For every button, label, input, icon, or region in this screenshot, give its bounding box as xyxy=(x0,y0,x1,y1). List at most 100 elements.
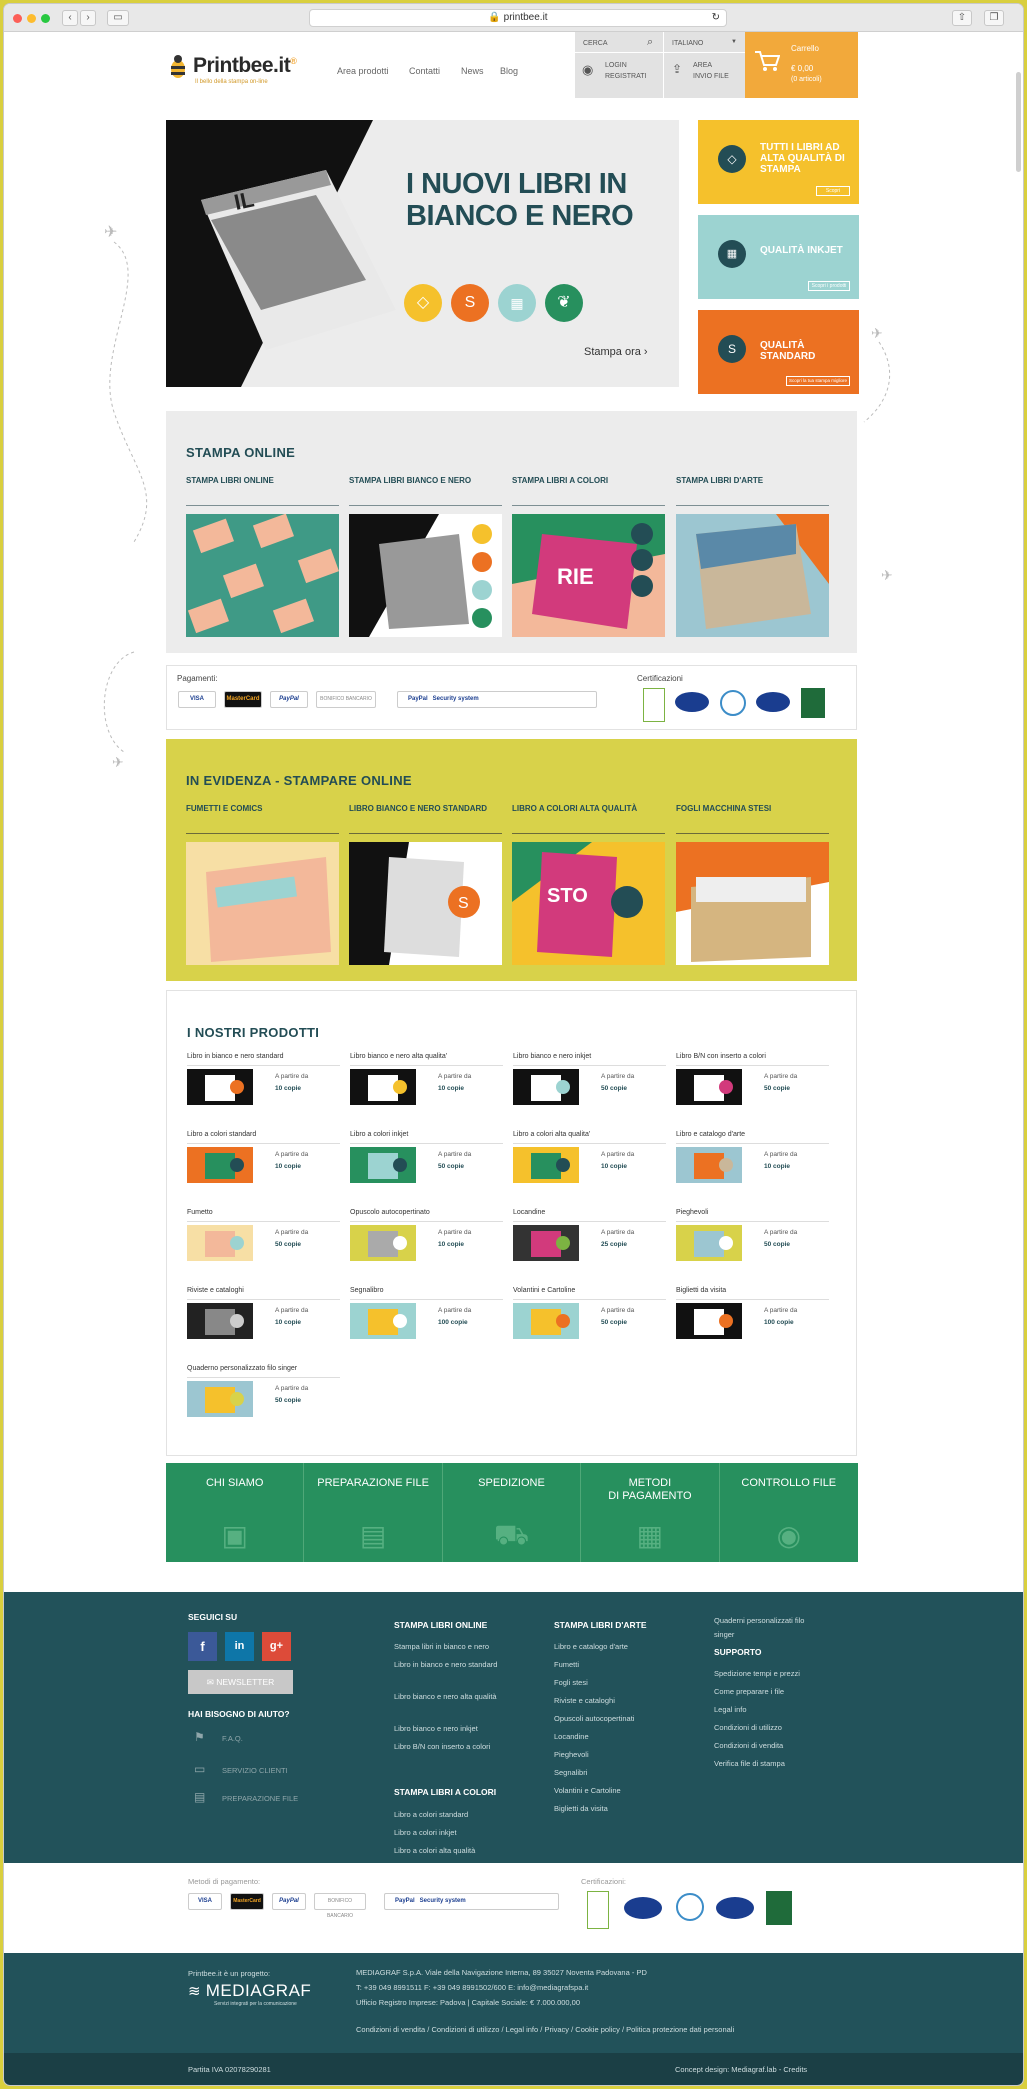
newsletter-button[interactable]: ✉ NEWSLETTER xyxy=(188,1670,293,1694)
thumb-colori[interactable]: RIE xyxy=(512,514,665,637)
footer-link[interactable]: Pieghevoli xyxy=(554,1748,674,1762)
upload-icon[interactable]: ⇪ xyxy=(672,62,682,76)
search-icon[interactable]: ⌕ xyxy=(647,36,653,49)
address-bar[interactable]: 🔒 printbee.it ↻ xyxy=(309,9,727,27)
product-image[interactable] xyxy=(676,1147,742,1183)
product-name[interactable]: Libro e catalogo d'arte xyxy=(676,1131,745,1138)
login-link[interactable]: LOGIN REGISTRATI xyxy=(605,60,646,82)
footer-link[interactable]: Libro B/N con inserto a colori xyxy=(394,1740,504,1754)
product-name[interactable]: Libro bianco e nero inkjet xyxy=(513,1053,591,1060)
credits-link[interactable]: Concept design: Mediagraf.lab - Credits xyxy=(675,2065,807,2074)
nav-blog[interactable]: Blog xyxy=(500,66,518,76)
column-title[interactable]: LIBRO BIANCO E NERO STANDARD xyxy=(349,804,487,813)
category-alta-qualita[interactable]: ◇ TUTTI I LIBRI AD ALTA QUALITÀ DI STAMP… xyxy=(698,120,859,204)
product-image[interactable] xyxy=(350,1147,416,1183)
hero-cta-link[interactable]: Stampa ora › xyxy=(584,346,648,358)
product-name[interactable]: Libro bianco e nero alta qualita' xyxy=(350,1053,447,1060)
nav-area-prodotti[interactable]: Area prodotti xyxy=(337,66,389,76)
footer-link[interactable]: Locandine xyxy=(554,1730,674,1744)
footer-link[interactable]: Volantini e Cartoline xyxy=(554,1784,674,1798)
footer-link[interactable]: Stampa libri in bianco e nero xyxy=(394,1640,504,1654)
product-image[interactable] xyxy=(350,1303,416,1339)
footer-link[interactable]: Condizioni di utilizzo xyxy=(714,1721,844,1735)
column-title[interactable]: STAMPA LIBRI ONLINE xyxy=(186,476,274,485)
thumb-fumetti[interactable] xyxy=(186,842,339,965)
product-name[interactable]: Libro in bianco e nero standard xyxy=(187,1053,284,1060)
language-select[interactable]: ITALIANO xyxy=(672,40,703,47)
footer-link[interactable]: Riviste e cataloghi xyxy=(554,1694,674,1708)
info-cell[interactable]: SPEDIZIONE ⛟ xyxy=(443,1463,582,1562)
product-image[interactable] xyxy=(676,1069,742,1105)
tabs-icon[interactable]: ❐ xyxy=(984,10,1004,26)
product-name[interactable]: Pieghevoli xyxy=(676,1209,708,1216)
footer-link[interactable]: Libro bianco e nero alta qualità xyxy=(394,1690,504,1704)
google-plus-icon[interactable]: g+ xyxy=(262,1632,291,1661)
scrollbar[interactable] xyxy=(1016,72,1021,172)
thumb-bianco-nero[interactable] xyxy=(349,514,502,637)
footer-link[interactable]: Libro a colori alta qualità xyxy=(394,1844,504,1858)
product-name[interactable]: Libro a colori alta qualita' xyxy=(513,1131,590,1138)
product-image[interactable] xyxy=(350,1069,416,1105)
category-button[interactable]: Scopri la tua stampa migliore xyxy=(786,376,850,386)
product-image[interactable] xyxy=(676,1303,742,1339)
chevron-down-icon[interactable]: ▼ xyxy=(731,39,737,45)
thumb-stampa-libri-online[interactable] xyxy=(186,514,339,637)
share-icon[interactable]: ⇧ xyxy=(952,10,972,26)
category-standard[interactable]: S QUALITÀ STANDARD Scopri la tua stampa … xyxy=(698,310,859,394)
info-cell[interactable]: PREPARAZIONE FILE ▤ xyxy=(304,1463,443,1562)
zoom-window-icon[interactable] xyxy=(41,14,50,23)
cart-box[interactable]: Carrello € 0,00 (0 articoli) xyxy=(745,32,858,98)
product-image[interactable] xyxy=(187,1303,253,1339)
column-title[interactable]: STAMPA LIBRI A COLORI xyxy=(512,476,608,485)
forward-arrow-icon[interactable]: › xyxy=(80,10,96,26)
mediagraf-logo[interactable]: ≋ MEDIAGRAF xyxy=(188,1981,311,2001)
product-name[interactable]: Quaderno personalizzato filo singer xyxy=(187,1365,297,1372)
product-image[interactable] xyxy=(187,1225,253,1261)
product-name[interactable]: Opuscolo autocopertinato xyxy=(350,1209,430,1216)
product-name[interactable]: Biglietti da visita xyxy=(676,1287,726,1294)
footer-link[interactable]: Come preparare i file xyxy=(714,1685,844,1699)
footer-link[interactable]: Libro a colori inkjet xyxy=(394,1826,504,1840)
product-image[interactable] xyxy=(513,1303,579,1339)
category-inkjet[interactable]: ▦ QUALITÀ INKJET Scopri i prodotti xyxy=(698,215,859,299)
search-label[interactable]: CERCA xyxy=(583,40,608,47)
category-button[interactable]: Scopri i prodotti xyxy=(808,281,850,291)
back-arrow-icon[interactable]: ‹ xyxy=(62,10,78,26)
thumb-libro-bn-standard[interactable]: S xyxy=(349,842,502,965)
footer-link[interactable]: Legal info xyxy=(714,1703,844,1717)
product-image[interactable] xyxy=(676,1225,742,1261)
help-preparazione-file[interactable]: PREPARAZIONE FILE xyxy=(222,1794,298,1803)
footer-link[interactable]: Libro bianco e nero inkjet xyxy=(394,1722,504,1736)
footer-quaderni-link[interactable]: Quaderni personalizzati filo singer xyxy=(714,1614,824,1642)
info-cell[interactable]: CHI SIAMO ▣ xyxy=(166,1463,305,1562)
sidebar-icon[interactable]: ▭ xyxy=(107,10,129,26)
product-image[interactable] xyxy=(513,1069,579,1105)
footer-link[interactable]: Fogli stesi xyxy=(554,1676,674,1690)
user-icon[interactable]: ◉ xyxy=(582,62,593,78)
product-name[interactable]: Libro a colori standard xyxy=(187,1131,256,1138)
product-name[interactable]: Riviste e cataloghi xyxy=(187,1287,244,1294)
product-name[interactable]: Fumetto xyxy=(187,1209,213,1216)
footer-link[interactable]: Spedizione tempi e prezzi xyxy=(714,1667,844,1681)
category-button[interactable]: Scopri xyxy=(816,186,850,196)
info-cell[interactable]: CONTROLLO FILE ◉ xyxy=(720,1463,858,1562)
product-image[interactable] xyxy=(187,1381,253,1417)
product-name[interactable]: Libro B/N con inserto a colori xyxy=(676,1053,766,1060)
hero-banner[interactable]: IL I NUOVI LIBRI IN BIANCO E NERO ◇ S ▦ … xyxy=(166,120,679,387)
help-servizio-clienti[interactable]: SERVIZIO CLIENTI xyxy=(222,1766,288,1775)
footer-link[interactable]: Biglietti da visita xyxy=(554,1802,674,1816)
product-image[interactable] xyxy=(187,1147,253,1183)
column-title[interactable]: STAMPA LIBRI D'ARTE xyxy=(676,476,763,485)
product-image[interactable] xyxy=(513,1225,579,1261)
product-name[interactable]: Volantini e Cartoline xyxy=(513,1287,575,1294)
column-title[interactable]: LIBRO A COLORI ALTA QUALITÀ xyxy=(512,804,637,813)
footer-link[interactable]: Libro in bianco e nero standard xyxy=(394,1658,504,1672)
footer-link[interactable]: Opuscoli autocopertinati xyxy=(554,1712,674,1726)
info-cell[interactable]: METODI DI PAGAMENTO ▦ xyxy=(581,1463,720,1562)
product-name[interactable]: Locandine xyxy=(513,1209,545,1216)
thumb-fogli-macchina[interactable] xyxy=(676,842,829,965)
column-title[interactable]: FUMETTI E COMICS xyxy=(186,804,262,813)
footer-link[interactable]: Verifica file di stampa xyxy=(714,1757,844,1771)
nav-news[interactable]: News xyxy=(461,66,484,76)
product-name[interactable]: Segnalibro xyxy=(350,1287,383,1294)
